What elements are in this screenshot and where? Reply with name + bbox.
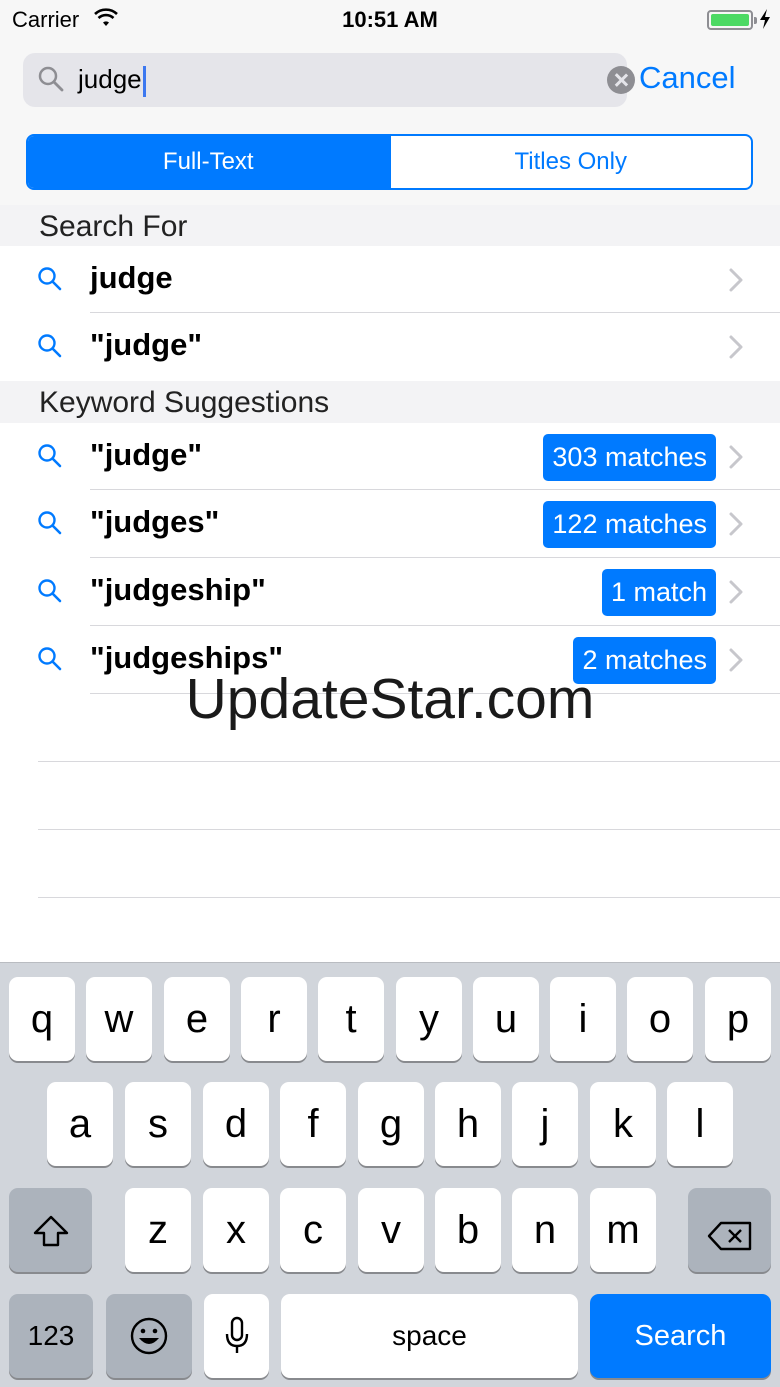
search-icon [37, 333, 63, 364]
delete-icon [707, 1216, 753, 1261]
delete-key[interactable] [688, 1188, 771, 1272]
search-key[interactable]: Search [590, 1294, 771, 1378]
search-icon [37, 578, 63, 609]
suggestion-row[interactable]: "judgeship" 1 match [0, 558, 780, 626]
match-count-badge: 303 matches [543, 434, 716, 481]
search-icon [37, 266, 63, 297]
key-i[interactable]: i [550, 977, 616, 1061]
search-icon [37, 65, 65, 98]
search-for-row[interactable]: judge [0, 246, 780, 314]
suggestion-label: "judge" [90, 437, 203, 472]
clear-icon[interactable] [607, 66, 635, 94]
key-k[interactable]: k [590, 1082, 656, 1166]
key-n[interactable]: n [512, 1188, 578, 1272]
status-bar: Carrier 10:51 AM [0, 0, 780, 40]
key-m[interactable]: m [590, 1188, 656, 1272]
search-field[interactable]: judge [23, 53, 635, 107]
key-b[interactable]: b [435, 1188, 501, 1272]
match-count-badge: 122 matches [543, 501, 716, 548]
key-u[interactable]: u [473, 977, 539, 1061]
search-for-label: judge [90, 260, 173, 295]
key-x[interactable]: x [203, 1188, 269, 1272]
status-time: 10:51 AM [342, 7, 438, 32]
match-count-badge: 1 match [601, 569, 716, 616]
numbers-key[interactable]: 123 [9, 1294, 93, 1378]
chevron-right-icon [728, 444, 744, 475]
search-header: judge Cancel Full-Text Titles Only [0, 40, 780, 205]
suggestion-row[interactable]: "judges" 122 matches [0, 490, 780, 558]
key-s[interactable]: s [125, 1082, 191, 1166]
key-o[interactable]: o [627, 977, 693, 1061]
chevron-right-icon [728, 267, 744, 298]
microphone-icon [224, 1316, 250, 1366]
charging-icon [759, 9, 771, 34]
key-z[interactable]: z [125, 1188, 191, 1272]
empty-row-divider [38, 761, 780, 762]
key-r[interactable]: r [241, 977, 307, 1061]
search-for-label: "judge" [90, 327, 203, 362]
search-input[interactable]: judge [78, 64, 146, 97]
text-cursor [142, 65, 146, 97]
key-j[interactable]: j [512, 1082, 578, 1166]
microphone-key[interactable] [204, 1294, 269, 1378]
suggestion-label: "judges" [90, 504, 220, 539]
key-l[interactable]: l [667, 1082, 733, 1166]
emoji-key[interactable] [106, 1294, 192, 1378]
key-e[interactable]: e [164, 977, 230, 1061]
chevron-right-icon [728, 511, 744, 542]
suggestion-label: "judgeship" [90, 572, 266, 607]
key-c[interactable]: c [280, 1188, 346, 1272]
chevron-right-icon [728, 334, 744, 365]
empty-row-divider [38, 829, 780, 830]
key-t[interactable]: t [318, 977, 384, 1061]
segment-titles-only[interactable]: Titles Only [388, 136, 752, 188]
emoji-icon [129, 1316, 169, 1366]
section-header-keyword-suggestions: Keyword Suggestions [0, 381, 780, 423]
scope-segmented-control[interactable]: Full-Text Titles Only [26, 134, 753, 190]
key-q[interactable]: q [9, 977, 75, 1061]
key-a[interactable]: a [47, 1082, 113, 1166]
cancel-button[interactable]: Cancel [639, 60, 736, 96]
search-icon [37, 443, 63, 474]
battery-icon [707, 10, 757, 30]
space-key[interactable]: space [281, 1294, 578, 1378]
search-for-row[interactable]: "judge" [0, 313, 780, 381]
empty-row-divider [38, 897, 780, 898]
shift-icon [32, 1213, 70, 1258]
key-p[interactable]: p [705, 977, 771, 1061]
key-w[interactable]: w [86, 977, 152, 1061]
key-h[interactable]: h [435, 1082, 501, 1166]
watermark: UpdateStar.com [185, 667, 595, 731]
key-d[interactable]: d [203, 1082, 269, 1166]
section-header-search-for: Search For [0, 205, 780, 247]
key-f[interactable]: f [280, 1082, 346, 1166]
key-g[interactable]: g [358, 1082, 424, 1166]
chevron-right-icon [728, 579, 744, 610]
segment-full-text[interactable]: Full-Text [28, 136, 389, 188]
suggestion-row[interactable]: "judge" 303 matches [0, 423, 780, 491]
keyboard: q w e r t y u i o p a s d f g h j k l z … [0, 962, 780, 1387]
key-y[interactable]: y [396, 977, 462, 1061]
shift-key[interactable] [9, 1188, 92, 1272]
key-v[interactable]: v [358, 1188, 424, 1272]
search-icon [37, 510, 63, 541]
